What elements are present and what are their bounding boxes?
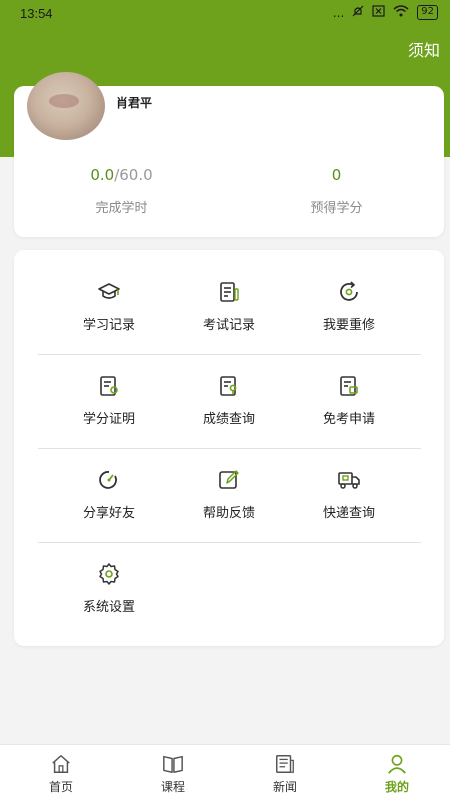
bottom-nav: 首页 课程 新闻 我的	[0, 744, 450, 800]
menu-item-delivery-query[interactable]: 快递查询	[289, 438, 409, 532]
completed-hours-stat: 0.0/60.0 完成学时	[14, 166, 229, 216]
menu-item-label: 我要重修	[322, 318, 375, 333]
expected-credits-label: 预得学分	[310, 201, 363, 216]
menu-item-exemption-apply[interactable]: 免考申请	[289, 344, 409, 438]
retake-icon	[340, 281, 358, 301]
menu-item-retake[interactable]: 我要重修	[289, 250, 409, 344]
sim-icon	[372, 5, 385, 20]
status-dots: ...	[332, 5, 345, 20]
nav-label: 我的	[384, 780, 409, 794]
menu-item-study-record[interactable]: 学习记录	[49, 250, 169, 344]
menu-item-help-feedback[interactable]: 帮助反馈	[169, 438, 289, 532]
menu-row: 学分证明 成绩查询 免考申请	[14, 344, 444, 438]
expected-credits-stat: 0 预得学分	[229, 166, 444, 216]
nav-mine[interactable]: 我的	[341, 745, 450, 800]
score-query-icon	[220, 376, 237, 396]
delivery-truck-icon	[338, 472, 360, 489]
menu-item-label: 免考申请	[322, 412, 375, 427]
feedback-icon	[219, 470, 239, 489]
nav-label: 课程	[160, 780, 185, 794]
book-icon	[163, 755, 183, 773]
expected-credits-value: 0	[229, 166, 444, 186]
nav-label: 首页	[48, 780, 73, 794]
menu-item-label: 成绩查询	[202, 412, 255, 427]
menu-item-label: 学分证明	[82, 412, 135, 427]
menu-item-label: 帮助反馈	[202, 506, 255, 521]
total-hours-number: /60.0	[114, 166, 153, 184]
completed-hours-label: 完成学时	[95, 201, 148, 216]
menu-row: 系统设置	[14, 532, 444, 626]
home-icon	[52, 755, 70, 773]
completed-hours-value: 0.0/60.0	[14, 166, 229, 186]
mute-icon	[352, 5, 364, 20]
avatar[interactable]	[27, 72, 105, 140]
news-icon	[276, 755, 294, 773]
exam-record-icon	[220, 282, 239, 302]
menu-item-share-friends[interactable]: 分享好友	[49, 438, 169, 532]
menu-item-label: 快递查询	[322, 506, 375, 521]
wifi-icon	[393, 5, 409, 20]
menu-item-exam-record[interactable]: 考试记录	[169, 250, 289, 344]
user-name: 肖君平	[116, 96, 153, 110]
status-icons: ... 92	[333, 5, 438, 20]
menu-item-system-settings[interactable]: 系统设置	[49, 532, 169, 626]
nav-home[interactable]: 首页	[5, 745, 117, 800]
menu-item-label: 考试记录	[202, 318, 255, 333]
completed-hours-number: 0.0	[90, 166, 115, 184]
gear-icon	[99, 563, 119, 585]
graduation-cap-icon	[98, 283, 120, 299]
menu-card: 学习记录 考试记录 我要重修 学分证明 成绩查询 免考申请 分享好友 帮助反馈 …	[14, 250, 444, 646]
user-icon	[388, 754, 406, 774]
menu-row: 分享好友 帮助反馈 快递查询	[14, 438, 444, 532]
expected-credits-number: 0	[331, 166, 342, 184]
profile-card: 肖君平 0.0/60.0 完成学时 0 预得学分	[14, 72, 444, 237]
nav-label: 新闻	[272, 780, 297, 794]
exemption-icon	[340, 376, 358, 396]
menu-item-label: 系统设置	[82, 600, 135, 615]
menu-row: 学习记录 考试记录 我要重修	[14, 250, 444, 344]
status-time: 13:54	[20, 6, 53, 21]
menu-item-credit-certificate[interactable]: 学分证明	[49, 344, 169, 438]
certificate-icon	[100, 376, 118, 396]
battery-indicator: 92	[417, 5, 438, 20]
share-icon	[99, 471, 117, 489]
menu-item-label: 学习记录	[82, 318, 135, 333]
nav-news[interactable]: 新闻	[229, 745, 341, 800]
notice-link[interactable]: 须知	[408, 37, 440, 61]
menu-item-label: 分享好友	[82, 506, 135, 521]
status-bar: 13:54 ... 92	[0, 0, 450, 28]
nav-courses[interactable]: 课程	[117, 745, 229, 800]
menu-item-score-query[interactable]: 成绩查询	[169, 344, 289, 438]
